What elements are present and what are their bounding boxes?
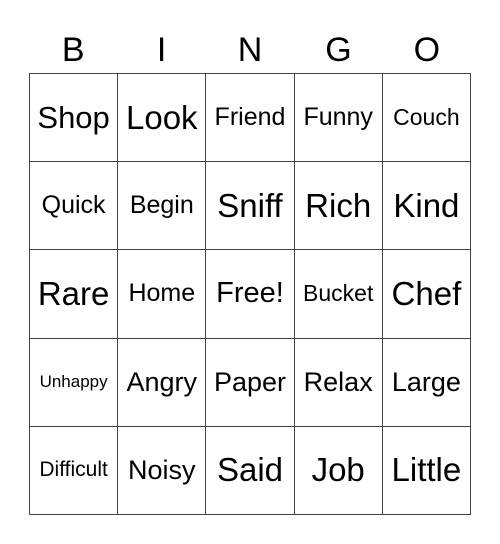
bingo-cell[interactable]: Large: [382, 338, 471, 427]
bingo-header: B I N G O: [29, 28, 471, 72]
bingo-cell[interactable]: Relax: [294, 338, 383, 427]
bingo-cell[interactable]: Kind: [382, 162, 471, 251]
bingo-cell[interactable]: Bucket: [294, 250, 383, 339]
bingo-cell[interactable]: Funny: [294, 74, 383, 163]
bingo-cell[interactable]: Sniff: [206, 162, 295, 251]
bingo-cell[interactable]: Job: [294, 426, 383, 515]
header-letter-o: O: [413, 31, 441, 69]
bingo-cell[interactable]: Home: [118, 250, 207, 339]
bingo-cell[interactable]: Rare: [30, 250, 119, 339]
header-letter-n: N: [237, 31, 263, 69]
bingo-cell[interactable]: Chef: [382, 250, 471, 339]
bingo-cell[interactable]: Unhappy: [30, 338, 119, 427]
bingo-cell[interactable]: Quick: [30, 162, 119, 251]
header-letter-g: G: [325, 31, 352, 69]
bingo-cell[interactable]: Rich: [294, 162, 383, 251]
bingo-cell[interactable]: Little: [382, 426, 471, 515]
header-letter-b: B: [61, 31, 85, 69]
bingo-cell[interactable]: Noisy: [118, 426, 207, 515]
bingo-cell[interactable]: Free!: [206, 250, 295, 339]
bingo-cell[interactable]: Paper: [206, 338, 295, 427]
bingo-cell[interactable]: Difficult: [30, 426, 119, 515]
bingo-cell[interactable]: Angry: [118, 338, 207, 427]
bingo-cell[interactable]: Friend: [206, 74, 295, 163]
bingo-cell[interactable]: Couch: [382, 74, 471, 163]
bingo-cell[interactable]: Said: [206, 426, 295, 515]
header-letter-i: I: [156, 31, 167, 69]
bingo-cell[interactable]: Look: [118, 74, 207, 163]
bingo-cell[interactable]: Begin: [118, 162, 207, 251]
bingo-grid: Shop Look Friend Funny Couch Quick Begin Sniff R…: [29, 73, 471, 515]
bingo-cell[interactable]: Shop: [30, 74, 119, 163]
